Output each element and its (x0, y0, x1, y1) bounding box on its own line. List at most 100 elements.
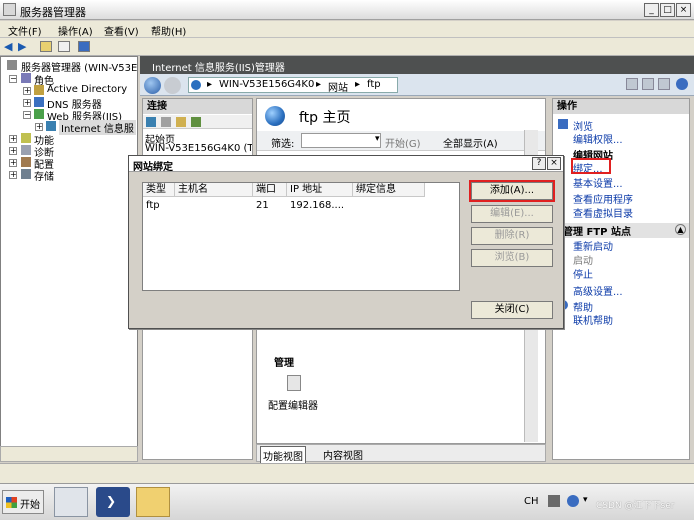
forward-button[interactable] (164, 77, 181, 94)
tree-horizontal-scrollbar[interactable] (0, 446, 138, 462)
iis-titlebar: Internet 信息服务(IIS)管理器 (140, 56, 694, 74)
refresh-icon[interactable] (626, 78, 638, 90)
dns-icon (34, 97, 44, 107)
server-icon (7, 60, 17, 70)
storage-icon (21, 169, 31, 179)
table-row[interactable]: ftp 21 192.168.... (143, 198, 459, 213)
help-tray-icon[interactable] (567, 495, 579, 507)
tree-item-storage[interactable]: 存储 (34, 168, 54, 183)
help-round-icon[interactable] (676, 78, 688, 90)
menu-bar: 文件(F) 操作(A) 查看(V) 帮助(H) (0, 21, 694, 38)
expand-icon[interactable]: + (9, 171, 17, 179)
config-editor-label[interactable]: 配置编辑器 (268, 397, 318, 412)
column-type[interactable]: 类型 (143, 183, 175, 197)
close-dialog-button[interactable]: 关闭(C) (471, 301, 553, 319)
collapse-icon[interactable]: − (23, 111, 31, 119)
iis-icon (46, 121, 56, 131)
breadcrumb-sites[interactable]: 网站 (328, 79, 348, 94)
tree-item-active-directory[interactable]: Active Directory (47, 84, 127, 95)
maximize-button[interactable]: □ (660, 3, 675, 17)
section-manage-ftp: 管理 FTP 站点 (553, 223, 689, 238)
action-edit-permissions[interactable]: 编辑权限... (573, 131, 623, 146)
keyboard-icon[interactable] (548, 495, 560, 507)
tray-expand-icon[interactable]: ▾ (583, 495, 591, 507)
start-button[interactable]: 开始 (2, 490, 44, 514)
column-port[interactable]: 端口 (253, 183, 287, 197)
save-icon[interactable] (161, 117, 171, 127)
close-button[interactable]: × (676, 3, 691, 17)
menu-help[interactable]: 帮助(H) (151, 23, 186, 38)
expand-icon[interactable]: + (23, 87, 31, 95)
start-filter-button[interactable]: 开始(G) (385, 135, 421, 150)
menu-view[interactable]: 查看(V) (104, 23, 139, 38)
dropdown-arrow-icon[interactable]: ▾ (375, 134, 380, 144)
breadcrumb-ftp[interactable]: ftp (367, 79, 381, 90)
start-label: 开始 (20, 500, 40, 511)
dialog-title: 网站绑定 (133, 162, 173, 173)
web-server-icon (34, 109, 44, 119)
connections-toolbar (143, 115, 252, 129)
collapse-section-icon[interactable]: ▲ (675, 224, 686, 235)
folder-icon[interactable] (176, 117, 186, 127)
action-view-applications[interactable]: 查看应用程序 (573, 191, 633, 206)
collapse-icon[interactable]: − (9, 75, 17, 83)
minimize-button[interactable]: _ (644, 3, 659, 17)
diagnostics-icon (21, 145, 31, 155)
address-bar: ▸ WIN-V53E156G4K0 ▸ 网站 ▸ ftp (140, 74, 694, 96)
menu-file[interactable]: 文件(F) (8, 23, 42, 38)
action-stop[interactable]: 停止 (573, 266, 593, 281)
site-bindings-dialog: 网站绑定 ? × 类型 主机名 端口 IP 地址 绑定信息 ftp 21 192… (128, 155, 564, 329)
action-online-help[interactable]: 联机帮助 (573, 312, 613, 327)
column-binding-info[interactable]: 绑定信息 (353, 183, 425, 197)
forward-arrow-icon[interactable]: ▶ (18, 40, 26, 53)
show-all-button[interactable]: 全部显示(A) (443, 135, 498, 150)
back-arrow-icon[interactable]: ◀ (4, 40, 12, 53)
column-ip[interactable]: IP 地址 (287, 183, 353, 197)
column-hostname[interactable]: 主机名 (175, 183, 253, 197)
expand-icon[interactable]: + (9, 135, 17, 143)
expand-icon[interactable]: + (9, 147, 17, 155)
menu-action[interactable]: 操作(A) (58, 23, 93, 38)
edit-binding-button: 编辑(E)... (471, 205, 553, 223)
features-icon (21, 133, 31, 143)
globe-small-icon (191, 80, 201, 90)
bindings-list[interactable]: 类型 主机名 端口 IP 地址 绑定信息 ftp 21 192.168.... (142, 182, 460, 291)
filter-input[interactable] (301, 133, 381, 148)
home-icon[interactable] (658, 78, 670, 90)
expand-icon[interactable]: + (9, 159, 17, 167)
powershell-icon[interactable]: ❯ (96, 487, 130, 517)
expand-icon[interactable]: + (23, 99, 31, 107)
tree-pane: 服务器管理器 (WIN-V53E − 角色 + Active Directory… (0, 56, 138, 462)
stop-icon[interactable] (642, 78, 654, 90)
action-advanced-settings[interactable]: 高级设置... (573, 283, 623, 298)
config-editor-icon[interactable] (287, 375, 301, 391)
breadcrumb-server[interactable]: WIN-V53E156G4K0 (219, 79, 314, 90)
action-view-virtual-dirs[interactable]: 查看虚拟目录 (573, 205, 633, 220)
dialog-close-button[interactable]: × (547, 157, 561, 170)
remove-binding-button: 删除(R) (471, 227, 553, 245)
expand-icon[interactable]: + (35, 123, 43, 131)
server-manager-task-icon[interactable] (54, 487, 88, 517)
iis-title: Internet 信息服务(IIS)管理器 (152, 63, 285, 74)
connect-icon[interactable] (146, 117, 156, 127)
refresh-icon[interactable] (191, 117, 201, 127)
tree-item-iis[interactable]: Internet 信息服 (59, 120, 136, 135)
show-hide-tree-icon[interactable] (58, 41, 70, 52)
action-basic-settings[interactable]: 基本设置... (573, 175, 623, 190)
up-folder-icon[interactable] (40, 41, 52, 52)
prompt-glyph-icon: ❯ (106, 494, 117, 508)
bindings-highlight (571, 158, 611, 174)
explorer-folder-icon[interactable] (136, 487, 170, 517)
back-button[interactable] (144, 77, 161, 94)
dialog-help-button[interactable]: ? (532, 157, 546, 170)
window-title: 服务器管理器 (20, 6, 86, 19)
add-binding-button[interactable]: 添加(A)... (471, 182, 553, 200)
address-box[interactable]: ▸ WIN-V53E156G4K0 ▸ 网站 ▸ ftp (188, 77, 398, 94)
conn-server[interactable]: WIN-V53E156G4K0 (TES (145, 143, 252, 154)
action-restart[interactable]: 重新启动 (573, 238, 613, 253)
tray-language[interactable]: CH (524, 496, 539, 507)
browse-icon (558, 119, 568, 129)
server-manager-icon (3, 3, 16, 16)
help-icon[interactable] (78, 41, 90, 52)
tab-content-view[interactable]: 内容视图 (323, 447, 363, 462)
